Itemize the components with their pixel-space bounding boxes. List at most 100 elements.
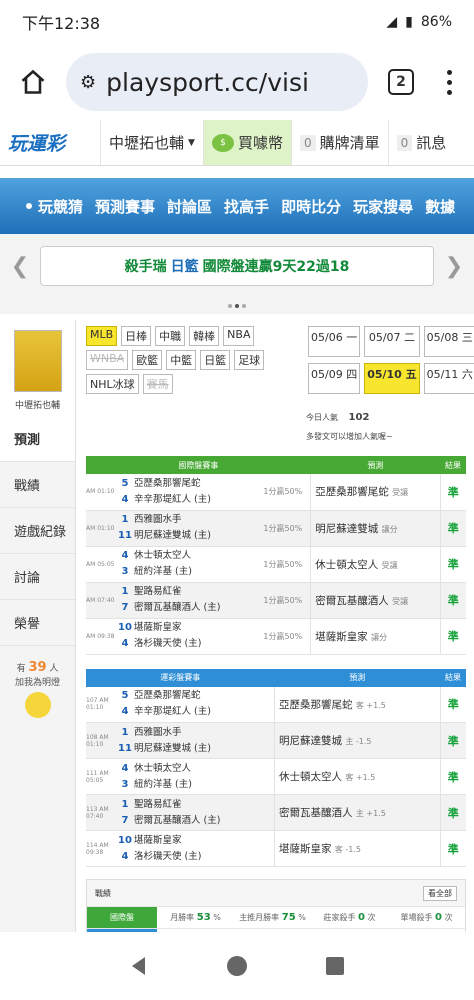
chevron-left-icon[interactable]: ❮ — [10, 254, 30, 279]
away-team: 休士頓太空人 — [134, 550, 192, 561]
user-dropdown[interactable]: 中壢拓也輔 ▼ — [100, 120, 203, 165]
league-button[interactable]: NBA — [223, 326, 255, 346]
away-team: 聖路易紅雀 — [134, 586, 182, 597]
site-settings-icon[interactable]: ⚙ — [80, 72, 96, 93]
stat-value: 0 — [435, 912, 442, 923]
date-button[interactable]: 05/07 二 — [364, 326, 420, 357]
game-time: 108 AM 01:10 — [86, 722, 116, 759]
home-number: 4 — [121, 638, 129, 649]
game-time: 114 AM 09:38 — [86, 830, 116, 867]
site-header: 玩運彩 中壢拓也輔 ▼ $ 買噱幣 0 購牌清單 0 訊息 — [0, 120, 474, 166]
cart-link[interactable]: 0 購牌清單 — [290, 120, 388, 165]
side-item-discuss[interactable]: 討論 — [0, 554, 75, 600]
predicted-team: 休士頓太空人 客 +1.5 — [274, 758, 440, 795]
message-link[interactable]: 0 訊息 — [387, 120, 455, 165]
away-number: 4 — [121, 762, 129, 774]
stat-label: 莊家殺手 — [323, 913, 356, 922]
away-team: 西雅圖水手 — [134, 514, 182, 525]
tab-switcher-button[interactable]: 2 — [378, 59, 424, 105]
chevron-right-icon[interactable]: ❯ — [444, 254, 464, 279]
menu-icon[interactable] — [434, 69, 464, 95]
view-all-button[interactable]: 看全部 — [423, 885, 457, 901]
result-badge: 準 — [439, 722, 466, 759]
predicted-team: 亞歷桑那響尾蛇 客 +1.5 — [274, 686, 440, 723]
league-button[interactable]: 賽馬 — [142, 374, 173, 394]
fan-count[interactable]: 有 39 人 加我為明燈 — [8, 660, 68, 718]
status-time: 下午12:38 — [22, 14, 101, 33]
league-button[interactable]: 中籃 — [166, 350, 197, 370]
league-button[interactable]: NHL冰球 — [86, 374, 139, 394]
date-button[interactable]: 05/09 四 — [308, 363, 361, 394]
home-icon[interactable] — [10, 59, 56, 105]
home-team: 紐約洋基 (主) — [134, 566, 192, 577]
team-names: 亞歷桑那響尾蛇 辛辛那堤紅人 (主) — [134, 686, 262, 723]
site-logo[interactable]: 玩運彩 — [0, 129, 100, 156]
stat-unit: % — [298, 913, 306, 922]
back-icon[interactable] — [127, 954, 151, 978]
pick-team: 明尼蘇達雙城 — [315, 522, 379, 535]
home-team: 洛杉磯天使 (主) — [134, 638, 202, 649]
popularity-label: 今日人氣 — [306, 413, 338, 422]
predicted-team: 堪薩斯皇家 客 -1.5 — [274, 830, 440, 867]
betting-line: 1分贏50% — [248, 582, 311, 619]
away-number: 10 — [118, 622, 132, 633]
chevron-down-icon: ▼ — [188, 137, 195, 148]
stat-value: 53 — [196, 912, 211, 923]
nav-item[interactable]: 玩家搜尋 — [353, 196, 413, 217]
league-button[interactable]: WNBA — [86, 350, 129, 370]
side-item-predict[interactable]: 預測 — [0, 416, 75, 462]
side-item-honor[interactable]: 榮譽 — [0, 600, 75, 646]
nav-item[interactable]: 找高手 — [224, 196, 269, 217]
recents-icon[interactable] — [323, 954, 347, 978]
game-time: AM 01:10 — [86, 510, 116, 547]
betting-line — [261, 830, 275, 867]
result-badge: 準 — [439, 474, 466, 511]
team-names: 西雅圖水手明尼蘇達雙城 (主) — [134, 510, 249, 547]
away-number: 1 — [121, 586, 129, 597]
banner-text: 國際盤連贏9天22過18 — [202, 259, 350, 275]
league-filter: MLB 日棒 中職 韓棒 NBA WNBA 歐籃 中籃 日籃 足球 NHL冰球 賽馬 — [86, 326, 286, 394]
record-stat: 主推月勝率 75 % — [234, 912, 311, 923]
home-circle-icon[interactable] — [225, 954, 249, 978]
pick-team: 堪薩斯皇家 — [279, 843, 332, 855]
side-item-record[interactable]: 戰績 — [0, 462, 75, 508]
date-button[interactable]: 05/08 三 — [423, 326, 474, 357]
league-button[interactable]: 歐籃 — [132, 350, 163, 370]
status-bar: 下午12:38 ◢ ▮ 86% — [0, 0, 474, 44]
buy-coins-button[interactable]: $ 買噱幣 — [202, 120, 291, 165]
game-time: AM 01:10 — [86, 474, 116, 511]
date-button[interactable]: 05/10 五 — [364, 363, 420, 394]
pick-note: 主 +1.5 — [355, 809, 386, 818]
team-numbers: 54 — [116, 686, 134, 723]
pick-note: 讓分 — [381, 524, 398, 534]
date-filter: 05/06 一 05/07 二 05/08 三 05/09 四 05/10 五 05/11… — [308, 326, 474, 394]
nav-item[interactable]: 討論區 — [167, 196, 212, 217]
nav-item[interactable]: 玩競猜 — [38, 196, 83, 217]
home-team: 明尼蘇達雙城 (主) — [134, 530, 211, 541]
nav-item[interactable]: 預測賽事 — [95, 196, 155, 217]
nav-item[interactable]: 即時比分 — [281, 196, 341, 217]
banner-message[interactable]: 殺手瑞 日籃 國際盤連贏9天22過18 — [40, 246, 434, 286]
lightbulb-icon[interactable] — [24, 692, 51, 718]
league-button[interactable]: 韓棒 — [189, 326, 220, 346]
nav-item[interactable]: 數據 — [425, 196, 455, 217]
league-button[interactable]: 日棒 — [121, 326, 152, 346]
team-names: 聖路易紅雀 密爾瓦基釀酒人 (主) — [134, 582, 249, 619]
main-nav: 玩競猜 預測賽事 討論區 找高手 即時比分 玩家搜尋 數據 — [0, 178, 474, 234]
predicted-team: 明尼蘇達雙城 讓分 — [310, 510, 440, 547]
team-numbers: 43 — [116, 546, 134, 583]
battery-level: 86% — [420, 14, 452, 30]
league-button[interactable]: 足球 — [234, 350, 265, 370]
date-button[interactable]: 05/06 一 — [308, 326, 361, 357]
predicted-team: 密爾瓦基釀酒人 受讓 — [310, 582, 440, 619]
home-number: 7 — [121, 602, 129, 613]
table-row: AM 01:10 5 4 亞歷桑那響尾蛇 辛辛那堤紅人 (主) 1分贏50% 亞歷桑那響尾蛇… — [86, 474, 466, 511]
league-button[interactable]: 日籃 — [200, 350, 231, 370]
date-button[interactable]: 05/11 六 — [423, 363, 474, 394]
home-number: 11 — [118, 742, 132, 754]
avatar[interactable] — [13, 330, 62, 392]
league-button[interactable]: 中職 — [155, 326, 186, 346]
league-button[interactable]: MLB — [86, 326, 118, 346]
address-bar[interactable]: ⚙ playsport.cc/visi — [66, 53, 368, 111]
side-item-game-log[interactable]: 遊戲紀錄 — [0, 508, 75, 554]
